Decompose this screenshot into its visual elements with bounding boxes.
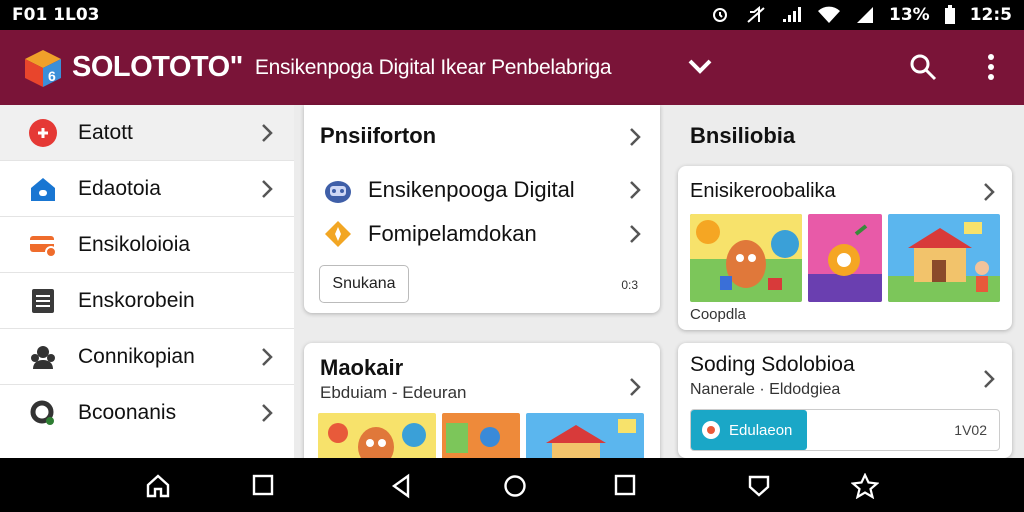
app-subtitle: Ensikenpoga Digital Ikear Penbelabriga	[254, 55, 612, 79]
app-brand: SOLOTOTO"	[72, 51, 243, 83]
square-icon[interactable]	[252, 473, 274, 497]
field-corner-text: 1V02	[954, 422, 987, 438]
snukana-button[interactable]: Snukana	[319, 265, 409, 303]
chevron-right-icon	[262, 404, 273, 422]
chevron-right-icon	[262, 123, 273, 142]
section-title: Bnsiliobia	[690, 123, 796, 148]
cartoon-thumbnail-3[interactable]	[888, 214, 1000, 302]
card-title: Pnsiiforton	[320, 123, 437, 148]
document-icon	[28, 286, 58, 316]
recents-icon[interactable]	[614, 473, 636, 497]
card-caption: Coopdla	[690, 306, 746, 323]
card-title: Maokair	[320, 355, 404, 380]
back-icon[interactable]	[389, 473, 413, 499]
clock: 12:5	[969, 5, 1012, 25]
sidebar-item-enskorobein[interactable]: Enskorobein	[0, 273, 294, 329]
sidebar: Eatott Edaotoia Ensikoloioia Enskorobein…	[0, 105, 294, 458]
alarm-icon	[713, 8, 727, 22]
sidebar-item-ensikoloioia[interactable]: Ensikoloioia	[0, 217, 294, 273]
search-icon[interactable]	[908, 52, 938, 82]
card-title: Enisikeroobalika	[690, 180, 836, 202]
star-icon[interactable]	[851, 473, 879, 499]
card-enisikeroobalika[interactable]: Enisikeroobalika Coopdla	[678, 166, 1012, 330]
row-label: Fomipelamdokan	[368, 221, 537, 246]
card-soding-sdolobioa[interactable]: Soding Sdolobioa Nanerale · Eldodgiea Ed…	[678, 343, 1012, 458]
svg-text:6: 6	[48, 68, 56, 84]
sidebar-item-label: Ensikoloioia	[78, 232, 191, 256]
signal-icon	[783, 7, 801, 22]
sidebar-item-connikopian[interactable]: Connikopian	[0, 329, 294, 385]
sidebar-item-eatott[interactable]: Eatott	[0, 105, 294, 161]
home-icon[interactable]	[145, 473, 171, 499]
chevron-right-icon	[262, 179, 273, 198]
app-logo-icon: 6	[25, 49, 61, 87]
sidebar-item-label: Edaotoia	[78, 176, 161, 200]
card-corner-text: 0:3	[621, 278, 638, 292]
chevron-right-icon	[984, 370, 995, 388]
chevron-right-icon	[262, 347, 273, 366]
battery-icon	[944, 5, 955, 24]
sidebar-item-label: Bcoonanis	[78, 401, 177, 424]
sidebar-item-edaotoia[interactable]: Edaotoia	[0, 161, 294, 217]
people-icon	[28, 342, 58, 372]
sidebar-item-label: Connikopian	[78, 344, 195, 368]
red-circle-icon	[28, 118, 58, 148]
button-label: Edulaeon	[729, 421, 793, 439]
card-subtitle: Ebduiam - Edeuran	[320, 383, 467, 402]
more-vert-icon[interactable]	[980, 52, 1002, 82]
card-maokair[interactable]: Maokair Ebduiam - Edeuran	[304, 343, 660, 473]
cartoon-thumbnail-6[interactable]	[526, 413, 644, 463]
list-item-ensikenpooga[interactable]: Ensikenpooga Digital	[322, 175, 642, 205]
navigation-bar	[0, 458, 1024, 512]
battery-percent: 13%	[889, 5, 930, 25]
sidebar-item-label: Enskorobein	[78, 288, 195, 312]
cartoon-thumbnail-5[interactable]	[442, 413, 520, 463]
input-field[interactable]: Edulaeon 1V02	[690, 409, 1000, 451]
flower-icon	[702, 421, 720, 439]
sidebar-item-bcoonanis[interactable]: Bcoonanis	[0, 385, 294, 441]
cartoon-thumbnail-2[interactable]	[808, 214, 882, 302]
chevron-down-icon[interactable]	[686, 54, 714, 78]
star-badge-icon	[325, 221, 351, 247]
status-bar: F01 1L03 13% 12:5	[0, 0, 1024, 30]
ring-icon	[28, 398, 58, 428]
sidebar-item-label: Eatott	[78, 120, 133, 144]
mute-icon	[747, 6, 765, 23]
edulaeon-button[interactable]: Edulaeon	[691, 410, 807, 450]
row-label: Ensikenpooga Digital	[368, 177, 575, 202]
wifi-icon	[818, 6, 840, 23]
home-circle-icon[interactable]	[502, 473, 528, 499]
orange-card-icon	[28, 230, 58, 260]
chevron-right-icon[interactable]	[628, 127, 642, 147]
chevron-right-icon	[984, 183, 995, 201]
chevron-right-icon	[630, 378, 641, 396]
card-pnsiiforton: Pnsiiforton Ensikenpooga Digital Fomipel…	[304, 105, 660, 313]
shield-icon[interactable]	[747, 473, 771, 499]
card-subtitle: Nanerale · Eldodgiea	[690, 381, 841, 398]
status-left-text: F01 1L03	[12, 5, 100, 25]
cell-signal-icon	[857, 7, 873, 23]
list-item-fomipelamdokan[interactable]: Fomipelamdokan	[322, 219, 642, 249]
cartoon-thumbnail-1[interactable]	[690, 214, 802, 302]
chevron-right-icon	[630, 181, 641, 199]
app-bar: 6 SOLOTOTO" Ensikenpoga Digital Ikear Pe…	[0, 30, 1024, 105]
blue-house-icon	[28, 174, 58, 204]
card-title: Soding Sdolobioa	[690, 353, 855, 376]
robot-icon	[325, 181, 351, 203]
chevron-right-icon	[630, 225, 641, 243]
cartoon-thumbnail-4[interactable]	[318, 413, 436, 463]
